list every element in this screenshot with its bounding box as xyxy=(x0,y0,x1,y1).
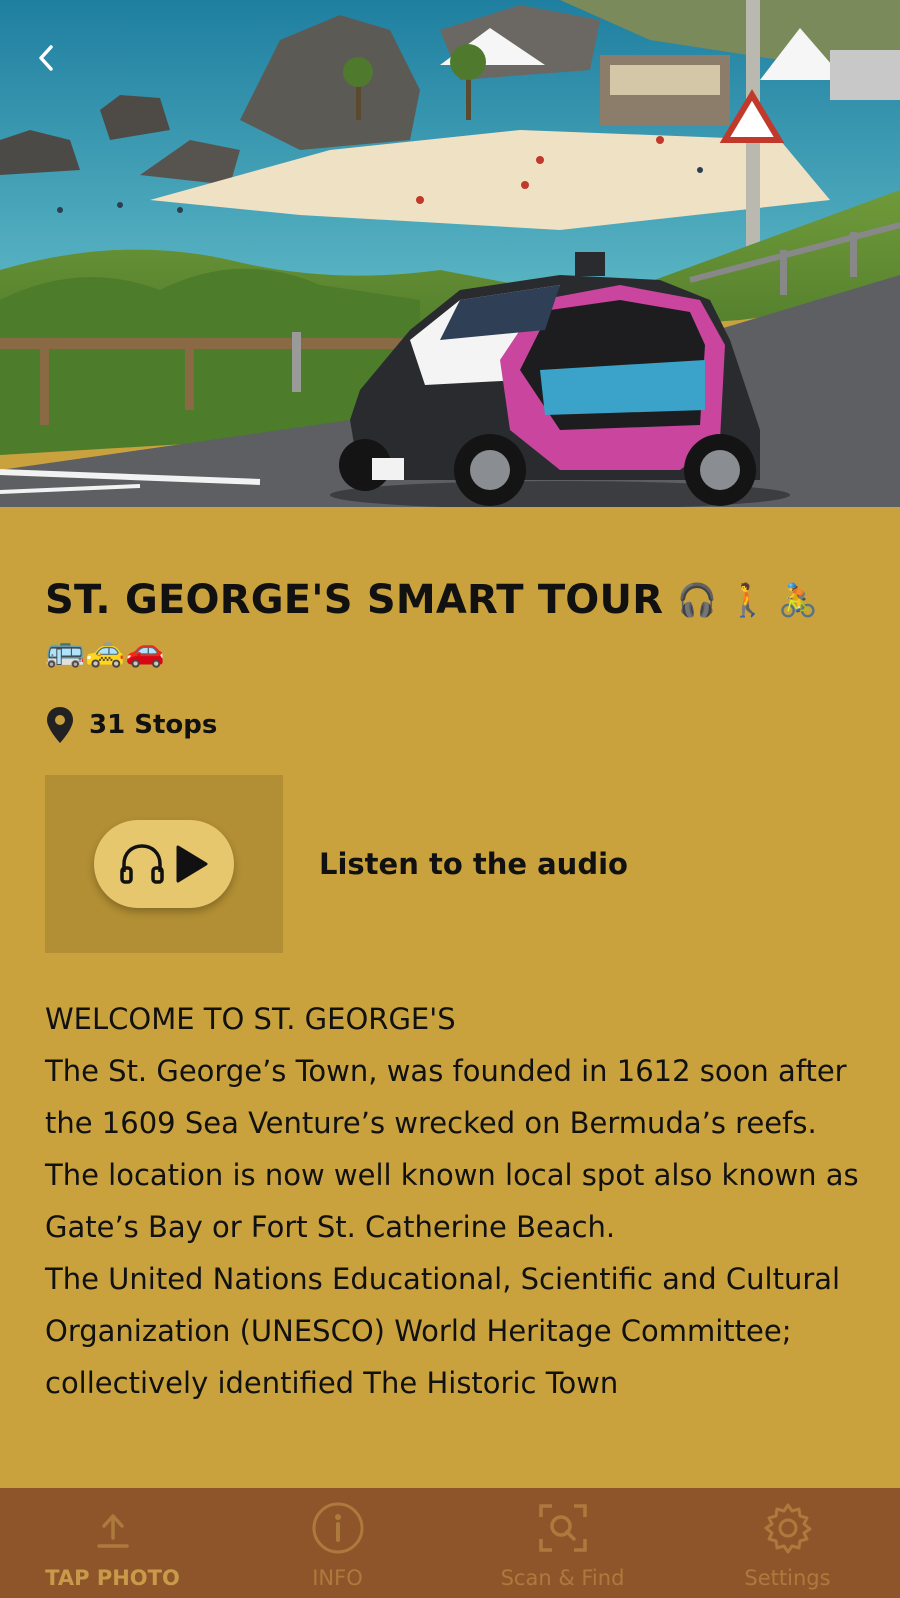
chevron-left-icon xyxy=(39,45,53,71)
description-paragraph-2: The United Nations Educational, Scientif… xyxy=(45,1262,841,1400)
tour-detail: ST. GEORGE'S SMART TOUR 🎧 🚶 🚴 🚌🚕🚗 31 Sto… xyxy=(45,507,865,1409)
map-pin-icon xyxy=(47,707,73,743)
audio-section: Listen to the audio xyxy=(45,775,865,953)
tab-info[interactable]: INFO xyxy=(225,1488,450,1598)
description-paragraph-1: The St. George’s Town, was founded in 16… xyxy=(45,1054,859,1244)
headphones-icon xyxy=(120,844,164,884)
audio-thumbnail xyxy=(45,775,283,953)
tab-info-label: INFO xyxy=(312,1566,363,1590)
description-heading: WELCOME TO ST. GEORGE'S xyxy=(45,1002,456,1036)
gear-icon xyxy=(762,1500,814,1556)
tour-title-block: ST. GEORGE'S SMART TOUR 🎧 🚶 🚴 🚌🚕🚗 xyxy=(45,575,865,675)
info-icon xyxy=(311,1500,365,1556)
stops-label: 31 Stops xyxy=(89,710,218,740)
tour-emojis-line2: 🚌🚕🚗 xyxy=(45,631,166,669)
tab-tap-photo[interactable]: TAP PHOTO xyxy=(0,1488,225,1598)
tour-emojis-line1: 🎧 🚶 🚴 xyxy=(677,581,819,619)
hero-photo-illustration xyxy=(0,0,900,507)
stops-count: 31 Stops xyxy=(45,705,865,745)
tour-description: WELCOME TO ST. GEORGE'S The St. George’s… xyxy=(45,993,867,1409)
tab-scan-find-label: Scan & Find xyxy=(500,1566,625,1590)
tab-tap-photo-label: TAP PHOTO xyxy=(45,1566,180,1590)
back-button[interactable] xyxy=(24,36,68,80)
play-icon xyxy=(176,845,208,883)
listen-audio-label[interactable]: Listen to the audio xyxy=(319,847,628,881)
tab-settings[interactable]: Settings xyxy=(675,1488,900,1598)
tab-scan-find[interactable]: Scan & Find xyxy=(450,1488,675,1598)
bottom-tab-bar: TAP PHOTO INFO Scan & Find Settings xyxy=(0,1488,900,1598)
hero-photo xyxy=(0,0,900,507)
scan-icon xyxy=(538,1500,588,1556)
play-audio-button[interactable] xyxy=(94,820,234,908)
upload-icon xyxy=(91,1500,135,1556)
tab-settings-label: Settings xyxy=(744,1566,831,1590)
tour-title: ST. GEORGE'S SMART TOUR xyxy=(45,577,664,623)
